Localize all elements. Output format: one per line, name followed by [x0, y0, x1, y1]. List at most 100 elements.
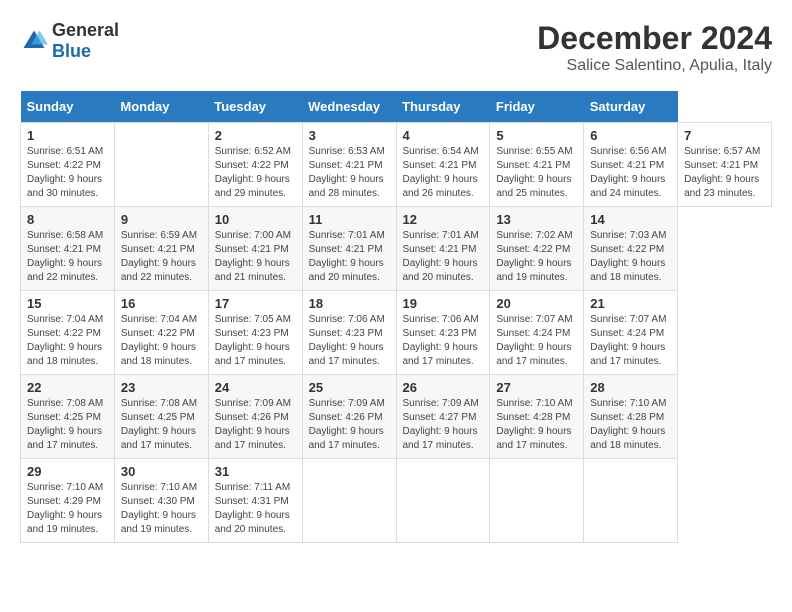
day-cell: 13 Sunrise: 7:02 AM Sunset: 4:22 PM Dayl…: [490, 207, 584, 291]
day-number: 17: [215, 296, 296, 311]
day-cell: 28 Sunrise: 7:10 AM Sunset: 4:28 PM Dayl…: [584, 375, 678, 459]
day-info: Sunrise: 6:59 AM Sunset: 4:21 PM Dayligh…: [121, 229, 202, 285]
empty-cell: [584, 459, 678, 543]
day-info: Sunrise: 7:02 AM Sunset: 4:22 PM Dayligh…: [496, 229, 577, 285]
day-info: Sunrise: 7:11 AM Sunset: 4:31 PM Dayligh…: [215, 481, 296, 537]
day-cell: 9 Sunrise: 6:59 AM Sunset: 4:21 PM Dayli…: [114, 207, 208, 291]
day-info: Sunrise: 7:01 AM Sunset: 4:21 PM Dayligh…: [403, 229, 484, 285]
day-cell: 30 Sunrise: 7:10 AM Sunset: 4:30 PM Dayl…: [114, 459, 208, 543]
day-cell: 4 Sunrise: 6:54 AM Sunset: 4:21 PM Dayli…: [396, 123, 490, 207]
weekday-header-monday: Monday: [114, 91, 208, 123]
day-info: Sunrise: 6:54 AM Sunset: 4:21 PM Dayligh…: [403, 145, 484, 201]
day-number: 30: [121, 464, 202, 479]
month-title: December 2024: [537, 20, 772, 57]
weekday-header-tuesday: Tuesday: [208, 91, 302, 123]
logo-general-text: General: [52, 20, 119, 40]
day-info: Sunrise: 7:09 AM Sunset: 4:27 PM Dayligh…: [403, 397, 484, 453]
day-cell: 7 Sunrise: 6:57 AM Sunset: 4:21 PM Dayli…: [678, 123, 772, 207]
day-number: 4: [403, 128, 484, 143]
weekday-header-sunday: Sunday: [21, 91, 115, 123]
day-number: 24: [215, 380, 296, 395]
weekday-header-thursday: Thursday: [396, 91, 490, 123]
day-number: 8: [27, 212, 108, 227]
day-number: 26: [403, 380, 484, 395]
day-number: 28: [590, 380, 671, 395]
day-number: 20: [496, 296, 577, 311]
day-cell: 31 Sunrise: 7:11 AM Sunset: 4:31 PM Dayl…: [208, 459, 302, 543]
day-info: Sunrise: 6:52 AM Sunset: 4:22 PM Dayligh…: [215, 145, 296, 201]
calendar-week-row: 1 Sunrise: 6:51 AM Sunset: 4:22 PM Dayli…: [21, 123, 772, 207]
day-number: 14: [590, 212, 671, 227]
day-cell: 15 Sunrise: 7:04 AM Sunset: 4:22 PM Dayl…: [21, 291, 115, 375]
day-cell: 5 Sunrise: 6:55 AM Sunset: 4:21 PM Dayli…: [490, 123, 584, 207]
day-number: 12: [403, 212, 484, 227]
calendar-table: SundayMondayTuesdayWednesdayThursdayFrid…: [20, 91, 772, 543]
calendar-week-row: 8 Sunrise: 6:58 AM Sunset: 4:21 PM Dayli…: [21, 207, 772, 291]
logo: General Blue: [20, 20, 119, 62]
day-cell: 22 Sunrise: 7:08 AM Sunset: 4:25 PM Dayl…: [21, 375, 115, 459]
day-number: 22: [27, 380, 108, 395]
day-number: 16: [121, 296, 202, 311]
day-info: Sunrise: 7:00 AM Sunset: 4:21 PM Dayligh…: [215, 229, 296, 285]
day-cell: 16 Sunrise: 7:04 AM Sunset: 4:22 PM Dayl…: [114, 291, 208, 375]
empty-cell: [396, 459, 490, 543]
header: General Blue December 2024 Salice Salent…: [20, 20, 772, 75]
weekday-header-row: SundayMondayTuesdayWednesdayThursdayFrid…: [21, 91, 772, 123]
day-info: Sunrise: 7:10 AM Sunset: 4:30 PM Dayligh…: [121, 481, 202, 537]
day-number: 11: [309, 212, 390, 227]
day-number: 25: [309, 380, 390, 395]
day-cell: 21 Sunrise: 7:07 AM Sunset: 4:24 PM Dayl…: [584, 291, 678, 375]
day-cell: 8 Sunrise: 6:58 AM Sunset: 4:21 PM Dayli…: [21, 207, 115, 291]
day-info: Sunrise: 7:10 AM Sunset: 4:28 PM Dayligh…: [496, 397, 577, 453]
day-info: Sunrise: 7:04 AM Sunset: 4:22 PM Dayligh…: [27, 313, 108, 369]
calendar-week-row: 29 Sunrise: 7:10 AM Sunset: 4:29 PM Dayl…: [21, 459, 772, 543]
day-number: 27: [496, 380, 577, 395]
day-info: Sunrise: 7:06 AM Sunset: 4:23 PM Dayligh…: [309, 313, 390, 369]
day-info: Sunrise: 7:05 AM Sunset: 4:23 PM Dayligh…: [215, 313, 296, 369]
day-info: Sunrise: 6:55 AM Sunset: 4:21 PM Dayligh…: [496, 145, 577, 201]
weekday-header-saturday: Saturday: [584, 91, 678, 123]
day-info: Sunrise: 7:04 AM Sunset: 4:22 PM Dayligh…: [121, 313, 202, 369]
day-info: Sunrise: 6:56 AM Sunset: 4:21 PM Dayligh…: [590, 145, 671, 201]
day-info: Sunrise: 7:06 AM Sunset: 4:23 PM Dayligh…: [403, 313, 484, 369]
day-info: Sunrise: 6:58 AM Sunset: 4:21 PM Dayligh…: [27, 229, 108, 285]
day-number: 6: [590, 128, 671, 143]
day-cell: 25 Sunrise: 7:09 AM Sunset: 4:26 PM Dayl…: [302, 375, 396, 459]
empty-cell: [490, 459, 584, 543]
day-cell: 12 Sunrise: 7:01 AM Sunset: 4:21 PM Dayl…: [396, 207, 490, 291]
day-cell: 20 Sunrise: 7:07 AM Sunset: 4:24 PM Dayl…: [490, 291, 584, 375]
day-cell: 1 Sunrise: 6:51 AM Sunset: 4:22 PM Dayli…: [21, 123, 115, 207]
day-number: 9: [121, 212, 202, 227]
day-info: Sunrise: 6:57 AM Sunset: 4:21 PM Dayligh…: [684, 145, 765, 201]
day-number: 18: [309, 296, 390, 311]
day-info: Sunrise: 7:10 AM Sunset: 4:29 PM Dayligh…: [27, 481, 108, 537]
day-info: Sunrise: 7:07 AM Sunset: 4:24 PM Dayligh…: [496, 313, 577, 369]
day-number: 23: [121, 380, 202, 395]
weekday-header-friday: Friday: [490, 91, 584, 123]
day-number: 7: [684, 128, 765, 143]
day-info: Sunrise: 7:08 AM Sunset: 4:25 PM Dayligh…: [121, 397, 202, 453]
day-cell: 26 Sunrise: 7:09 AM Sunset: 4:27 PM Dayl…: [396, 375, 490, 459]
day-info: Sunrise: 6:53 AM Sunset: 4:21 PM Dayligh…: [309, 145, 390, 201]
day-number: 19: [403, 296, 484, 311]
day-cell: 3 Sunrise: 6:53 AM Sunset: 4:21 PM Dayli…: [302, 123, 396, 207]
day-cell: 18 Sunrise: 7:06 AM Sunset: 4:23 PM Dayl…: [302, 291, 396, 375]
day-info: Sunrise: 7:03 AM Sunset: 4:22 PM Dayligh…: [590, 229, 671, 285]
day-number: 10: [215, 212, 296, 227]
day-cell: 11 Sunrise: 7:01 AM Sunset: 4:21 PM Dayl…: [302, 207, 396, 291]
day-cell: 10 Sunrise: 7:00 AM Sunset: 4:21 PM Dayl…: [208, 207, 302, 291]
calendar-week-row: 15 Sunrise: 7:04 AM Sunset: 4:22 PM Dayl…: [21, 291, 772, 375]
day-cell: 6 Sunrise: 6:56 AM Sunset: 4:21 PM Dayli…: [584, 123, 678, 207]
logo-blue-text: Blue: [52, 41, 91, 61]
weekday-header-wednesday: Wednesday: [302, 91, 396, 123]
empty-cell: [302, 459, 396, 543]
day-info: Sunrise: 7:07 AM Sunset: 4:24 PM Dayligh…: [590, 313, 671, 369]
day-cell: 14 Sunrise: 7:03 AM Sunset: 4:22 PM Dayl…: [584, 207, 678, 291]
day-cell: 2 Sunrise: 6:52 AM Sunset: 4:22 PM Dayli…: [208, 123, 302, 207]
day-info: Sunrise: 7:09 AM Sunset: 4:26 PM Dayligh…: [309, 397, 390, 453]
day-number: 15: [27, 296, 108, 311]
location-title: Salice Salentino, Apulia, Italy: [537, 57, 772, 75]
day-cell: 24 Sunrise: 7:09 AM Sunset: 4:26 PM Dayl…: [208, 375, 302, 459]
day-number: 3: [309, 128, 390, 143]
day-cell: 19 Sunrise: 7:06 AM Sunset: 4:23 PM Dayl…: [396, 291, 490, 375]
